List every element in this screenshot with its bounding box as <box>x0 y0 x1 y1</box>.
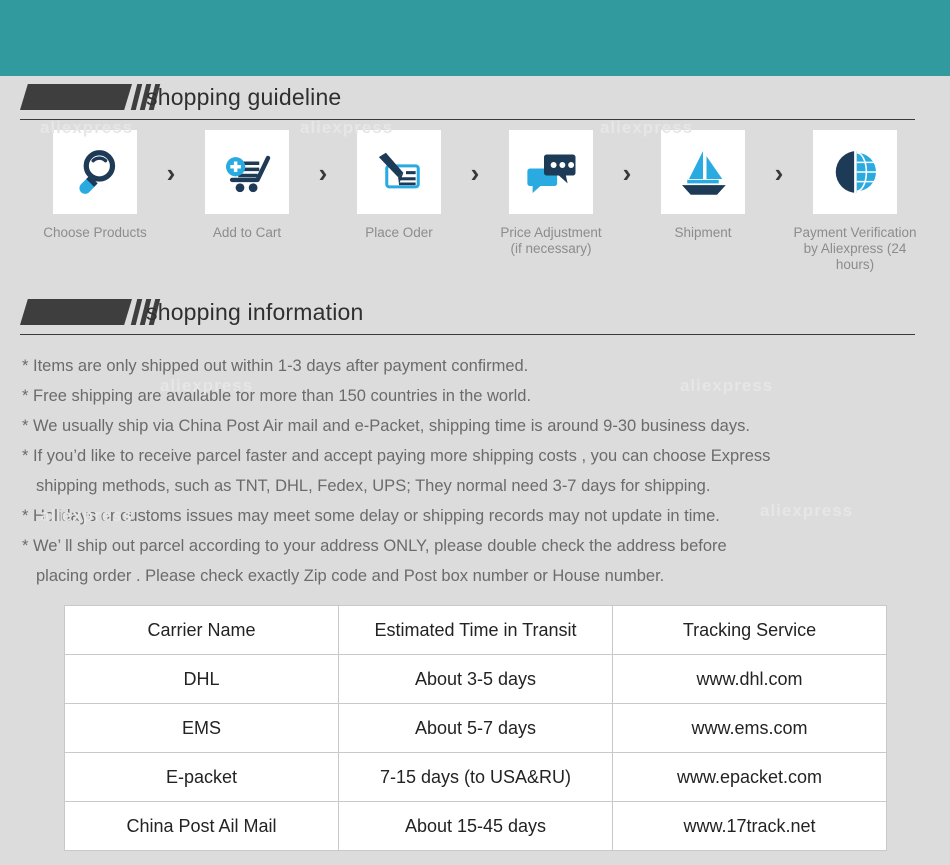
info-line: * Free shipping are available for more t… <box>22 387 532 405</box>
step-add-to-cart: Add to Cart <box>184 130 310 241</box>
step-label: Choose Products <box>43 225 147 240</box>
step-icon-box <box>53 130 137 214</box>
step-arrow: › <box>470 158 480 188</box>
step-label: Place Oder <box>365 225 433 240</box>
information-title: shopping information <box>146 299 364 325</box>
step-arrow: › <box>318 158 328 188</box>
table-row: E-packet 7-15 days (to USA&RU) www.epack… <box>64 752 887 802</box>
step-price-adjustment: Price Adjustment (if necessary) <box>488 130 614 257</box>
table-cell-carrier: DHL <box>64 654 339 704</box>
step-label: Shipment <box>674 225 732 240</box>
header-flag-shape <box>20 299 132 325</box>
add-to-cart-icon <box>226 155 271 193</box>
table-row: China Post Ail Mail About 15-45 days www… <box>64 801 887 851</box>
information-section-header: shopping information <box>20 291 915 335</box>
table-cell-carrier: EMS <box>64 703 339 753</box>
info-line: * Items are only shipped out within 1-3 … <box>22 357 529 375</box>
step-arrow: › <box>622 158 632 188</box>
table-header-cell: Tracking Service <box>612 605 887 655</box>
header-flag-shape <box>20 84 132 110</box>
info-line: shipping methods, such as TNT, DHL, Fede… <box>36 477 711 495</box>
header-divider <box>20 119 915 120</box>
table-header-row: Carrier Name Estimated Time in Transit T… <box>64 605 887 655</box>
header-divider <box>20 334 915 335</box>
table-cell-carrier: E-packet <box>64 752 339 802</box>
step-icon-box <box>509 130 593 214</box>
table-row: DHL About 3-5 days www.dhl.com <box>64 654 887 704</box>
table-cell-tracking[interactable]: www.ems.com <box>612 703 887 753</box>
info-line: * If you’d like to receive parcel faster… <box>22 447 771 465</box>
guideline-steps: Choose Products › Add to Cart › Place Od… <box>0 130 950 273</box>
table-cell-tracking[interactable]: www.dhl.com <box>612 654 887 704</box>
pen-order-icon <box>378 152 420 189</box>
magnifier-icon <box>79 150 116 194</box>
carrier-table: Carrier Name Estimated Time in Transit T… <box>64 605 887 851</box>
info-line: * We’ ll ship out parcel according to yo… <box>22 537 727 555</box>
sailboat-icon <box>682 151 726 195</box>
chat-bubbles-icon <box>527 154 576 193</box>
table-cell-transit: About 15-45 days <box>338 801 613 851</box>
dollar-globe-icon: $ <box>835 151 876 193</box>
table-cell-transit: About 3-5 days <box>338 654 613 704</box>
step-label: Price Adjustment (if necessary) <box>500 225 602 256</box>
step-shipment: Shipment <box>640 130 766 241</box>
shipping-info-list: * Items are only shipped out within 1-3 … <box>22 351 928 591</box>
step-icon-box <box>357 130 441 214</box>
svg-text:$: $ <box>836 157 853 190</box>
guideline-section-header: shopping guideline <box>20 76 915 120</box>
carrier-table-wrap: Carrier Name Estimated Time in Transit T… <box>64 605 887 851</box>
step-icon-box: $ <box>813 130 897 214</box>
step-arrow: › <box>166 158 176 188</box>
step-label: Payment Verification by Aliexpress (24 h… <box>793 225 917 272</box>
top-banner <box>0 0 950 76</box>
step-icon-box <box>205 130 289 214</box>
step-place-order: Place Oder <box>336 130 462 241</box>
guideline-title: shopping guideline <box>146 84 342 110</box>
info-line: * Holidays or customs issues may meet so… <box>22 507 720 525</box>
step-arrow: › <box>774 158 784 188</box>
step-payment-verification: $ Payment Verification by Aliexpress (24… <box>792 130 918 273</box>
table-cell-transit: About 5-7 days <box>338 703 613 753</box>
table-cell-carrier: China Post Ail Mail <box>64 801 339 851</box>
step-label: Add to Cart <box>212 225 282 240</box>
table-row: EMS About 5-7 days www.ems.com <box>64 703 887 753</box>
table-cell-tracking[interactable]: www.17track.net <box>612 801 887 851</box>
table-cell-tracking[interactable]: www.epacket.com <box>612 752 887 802</box>
table-header-cell: Estimated Time in Transit <box>338 605 613 655</box>
table-cell-transit: 7-15 days (to USA&RU) <box>338 752 613 802</box>
info-line: * We usually ship via China Post Air mai… <box>22 417 750 435</box>
step-icon-box <box>661 130 745 214</box>
page-body: aliexpress aliexpress aliexpress aliexpr… <box>0 76 950 851</box>
step-choose-products: Choose Products <box>32 130 158 241</box>
table-header-cell: Carrier Name <box>64 605 339 655</box>
info-line: placing order . Please check exactly Zip… <box>36 567 665 585</box>
